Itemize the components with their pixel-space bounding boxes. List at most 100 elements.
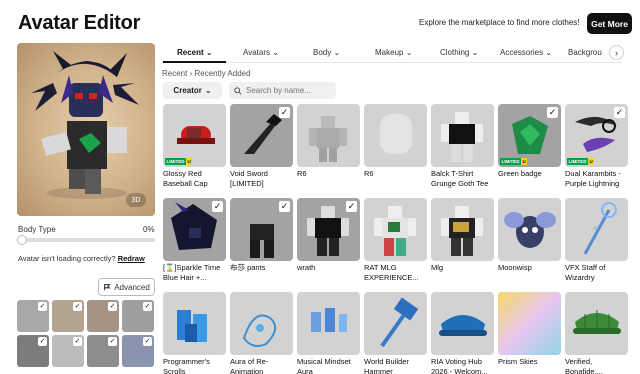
tabs-next-button[interactable]: › (609, 45, 624, 60)
body-type-value: 0% (143, 225, 155, 234)
item-name: Glossy Red Baseball Cap (163, 169, 208, 188)
check-icon: ✓ (614, 107, 625, 118)
item-card[interactable]: ✓ Void Sword [LIMITED] (230, 104, 293, 194)
tab-recent[interactable]: Recent ⌄ (177, 48, 213, 57)
item-card[interactable]: Prism Skies (498, 292, 561, 374)
tab-backgrounds[interactable]: Backgrou (568, 48, 602, 57)
item-thumbnail[interactable]: ✓ (230, 198, 293, 261)
item-card[interactable]: World Builder Hammer (364, 292, 427, 374)
check-icon: ✓ (547, 107, 558, 118)
search-input[interactable] (246, 86, 326, 95)
item-name: 布莎 pants (230, 263, 266, 272)
item-image (573, 310, 621, 334)
creator-label: Creator (173, 86, 202, 95)
item-card[interactable]: ✓ LIMITED U Dual Karambits - Purple Lightni… (565, 104, 628, 194)
chevron-down-icon: ⌄ (204, 86, 212, 95)
item-card[interactable]: ✓ [⌛]Sparkle Time Blue Hair +... (163, 198, 226, 288)
avatar-figure (31, 51, 139, 199)
body-type-slider-track[interactable] (18, 238, 155, 242)
item-image (242, 314, 277, 347)
check-icon: ✓ (346, 201, 357, 212)
item-thumbnail[interactable] (431, 198, 494, 261)
tab-avatars[interactable]: Avatars ⌄ (243, 48, 279, 57)
item-card[interactable]: R6 (364, 104, 427, 194)
limited-badge: LIMITED U (567, 158, 595, 165)
item-name: Moonwisp (498, 263, 532, 272)
tab-makeup[interactable]: Makeup ⌄ (375, 48, 412, 57)
item-thumbnail[interactable] (431, 104, 494, 167)
item-thumbnail[interactable] (431, 292, 494, 355)
item-thumbnail[interactable] (297, 104, 360, 167)
item-card[interactable]: RIA Voting Hub 2026 - Welcom... (431, 292, 494, 374)
item-thumbnail[interactable]: ✓ (297, 198, 360, 261)
tab-accessories[interactable]: Accessories ⌄ (500, 48, 552, 57)
item-thumbnail[interactable]: LIMITED U (163, 104, 226, 167)
item-image (583, 202, 617, 255)
worn-item[interactable]: ✓ (17, 300, 49, 332)
tab-clothing[interactable]: Clothing ⌄ (440, 48, 478, 57)
item-thumbnail[interactable]: ✓ (230, 104, 293, 167)
worn-item[interactable]: ✓ (87, 300, 119, 332)
tab-body[interactable]: Body ⌄ (313, 48, 340, 57)
item-name: Void Sword [LIMITED] (230, 169, 268, 188)
worn-item[interactable]: ✓ (122, 300, 154, 332)
page-title: Avatar Editor (18, 12, 141, 34)
worn-item[interactable]: ✓ (52, 300, 84, 332)
item-card[interactable]: Mlg (431, 198, 494, 288)
item-thumbnail[interactable] (364, 198, 427, 261)
item-thumbnail[interactable]: ✓ (163, 198, 226, 261)
item-card[interactable]: ✓ 布莎 pants (230, 198, 293, 288)
check-icon: ✓ (212, 201, 223, 212)
item-thumbnail[interactable] (565, 292, 628, 355)
item-name: VFX Staff of Wizardry (565, 263, 606, 282)
item-thumbnail[interactable] (163, 292, 226, 355)
item-card[interactable]: Balck T-Shirt Grunge Goth Tee (431, 104, 494, 194)
item-thumbnail[interactable] (364, 292, 427, 355)
item-card[interactable]: Programmer's Scrolls (163, 292, 226, 374)
item-card[interactable]: ✓ wrath (297, 198, 360, 288)
item-image (309, 116, 347, 162)
body-type-slider-thumb[interactable] (17, 235, 27, 245)
item-thumbnail[interactable]: ✓ LIMITED U (498, 104, 561, 167)
item-thumbnail[interactable] (364, 104, 427, 167)
check-icon: ✓ (143, 302, 152, 311)
category-tabs: Recent ⌄ Avatars ⌄ Body ⌄ Makeup ⌄ Cloth… (162, 43, 622, 63)
item-thumbnail[interactable] (230, 292, 293, 355)
loading-question: Avatar isn't loading correctly? (18, 254, 116, 263)
item-image (380, 297, 419, 348)
redraw-link[interactable]: Redraw (118, 254, 145, 263)
item-thumbnail[interactable]: ✓ LIMITED U (565, 104, 628, 167)
item-card[interactable]: R6 (297, 104, 360, 194)
item-thumbnail[interactable] (498, 198, 561, 261)
item-card[interactable]: LIMITED U Glossy Red Baseball Cap (163, 104, 226, 194)
item-card[interactable]: ✓ LIMITED U Green badge (498, 104, 561, 194)
item-image (311, 308, 347, 332)
item-image (498, 292, 561, 355)
view-3d-badge[interactable]: 3D (126, 193, 146, 207)
item-thumbnail[interactable] (498, 292, 561, 355)
breadcrumb-root[interactable]: Recent (162, 69, 187, 78)
item-card[interactable]: RAT MLG EXPERIENCE... (364, 198, 427, 288)
check-icon: ✓ (279, 201, 290, 212)
advanced-button[interactable]: Advanced (98, 278, 155, 296)
body-type-label: Body Type (18, 225, 56, 234)
item-thumbnail[interactable] (565, 198, 628, 261)
item-card[interactable]: VFX Staff of Wizardry (565, 198, 628, 288)
worn-item[interactable]: ✓ (87, 335, 119, 367)
avatar-preview[interactable]: 3D (17, 43, 155, 216)
search-box[interactable] (229, 82, 336, 99)
creator-dropdown[interactable]: Creator ⌄ (163, 82, 222, 99)
check-icon: ✓ (108, 337, 117, 346)
worn-item[interactable]: ✓ (17, 335, 49, 367)
worn-item[interactable]: ✓ (52, 335, 84, 367)
item-card[interactable]: Musical Mindset Aura (297, 292, 360, 374)
item-card[interactable]: Moonwisp (498, 198, 561, 288)
item-thumbnail[interactable] (297, 292, 360, 355)
worn-item[interactable]: ✓ (122, 335, 154, 367)
item-card[interactable]: Aura of Re-Animation (230, 292, 293, 374)
get-more-button[interactable]: Get More (587, 13, 632, 34)
item-name: R6 (297, 169, 307, 178)
item-name: [⌛]Sparkle Time Blue Hair +... (163, 263, 221, 282)
item-card[interactable]: Verified, Bonafide,... (565, 292, 628, 374)
check-icon: ✓ (108, 302, 117, 311)
